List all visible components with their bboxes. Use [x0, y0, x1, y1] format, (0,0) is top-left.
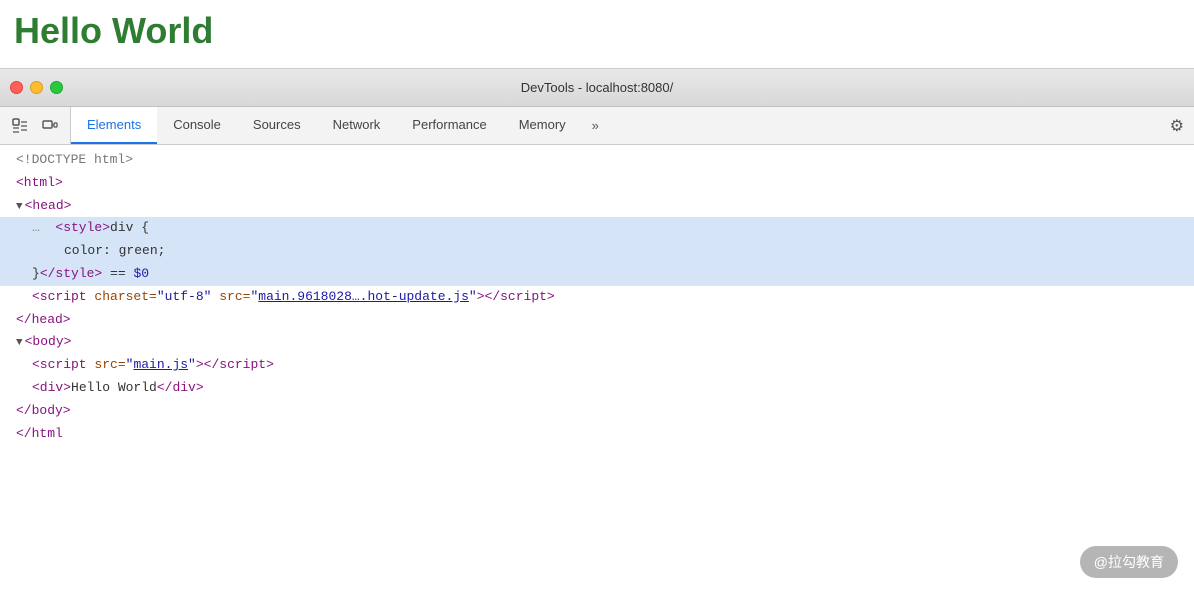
dom-line-html-open: <html>: [0, 172, 1194, 195]
dom-line-head-close: </head>: [0, 309, 1194, 332]
tab-performance[interactable]: Performance: [396, 107, 502, 144]
dom-line-head-open: ▼<head>: [0, 195, 1194, 218]
element-picker-icon[interactable]: [8, 114, 32, 138]
dom-line-style-close: }</style> == $0: [0, 263, 1194, 286]
tab-icon-group: [0, 107, 71, 144]
device-toolbar-icon[interactable]: [38, 114, 62, 138]
devtools-tabs-bar: Elements Console Sources Network Perform…: [0, 107, 1194, 145]
maximize-button[interactable]: [50, 81, 63, 94]
dom-line-body-open: ▼<body>: [0, 331, 1194, 354]
dom-line-script-hot: <script charset="utf-8" src="main.961802…: [0, 286, 1194, 309]
script-src-link[interactable]: main.9618028….hot-update.js: [258, 287, 469, 308]
dom-line-body-close: </body>: [0, 400, 1194, 423]
dom-line-style-open[interactable]: … <style>div {: [0, 217, 1194, 240]
tab-memory[interactable]: Memory: [503, 107, 582, 144]
tab-sources[interactable]: Sources: [237, 107, 317, 144]
minimize-button[interactable]: [30, 81, 43, 94]
head-arrow[interactable]: ▼: [16, 199, 23, 217]
browser-page: Hello World: [0, 0, 1194, 68]
main-js-link[interactable]: main.js: [133, 355, 188, 376]
dom-line-script-main: <script src="main.js"></script>: [0, 354, 1194, 377]
devtools-titlebar: DevTools - localhost:8080/: [0, 69, 1194, 107]
dom-line-html-close: </html: [0, 423, 1194, 446]
dom-line-style-color: color: green;: [0, 240, 1194, 263]
body-arrow[interactable]: ▼: [16, 335, 23, 353]
close-button[interactable]: [10, 81, 23, 94]
dom-line-div-hello: <div>Hello World</div>: [0, 377, 1194, 400]
dom-panel: <!DOCTYPE html> <html> ▼<head> … <style>…: [0, 145, 1194, 594]
more-tabs-button[interactable]: »: [582, 107, 609, 144]
tab-network[interactable]: Network: [317, 107, 397, 144]
tab-console[interactable]: Console: [157, 107, 237, 144]
tab-elements[interactable]: Elements: [71, 107, 157, 144]
tab-spacer: [609, 107, 1160, 144]
devtools-title: DevTools - localhost:8080/: [521, 80, 673, 95]
settings-icon[interactable]: ⚙: [1160, 107, 1194, 144]
devtools-window: DevTools - localhost:8080/ Elements: [0, 68, 1194, 594]
dom-line-doctype: <!DOCTYPE html>: [0, 149, 1194, 172]
window-controls: [10, 81, 63, 94]
page-title: Hello World: [14, 10, 213, 52]
